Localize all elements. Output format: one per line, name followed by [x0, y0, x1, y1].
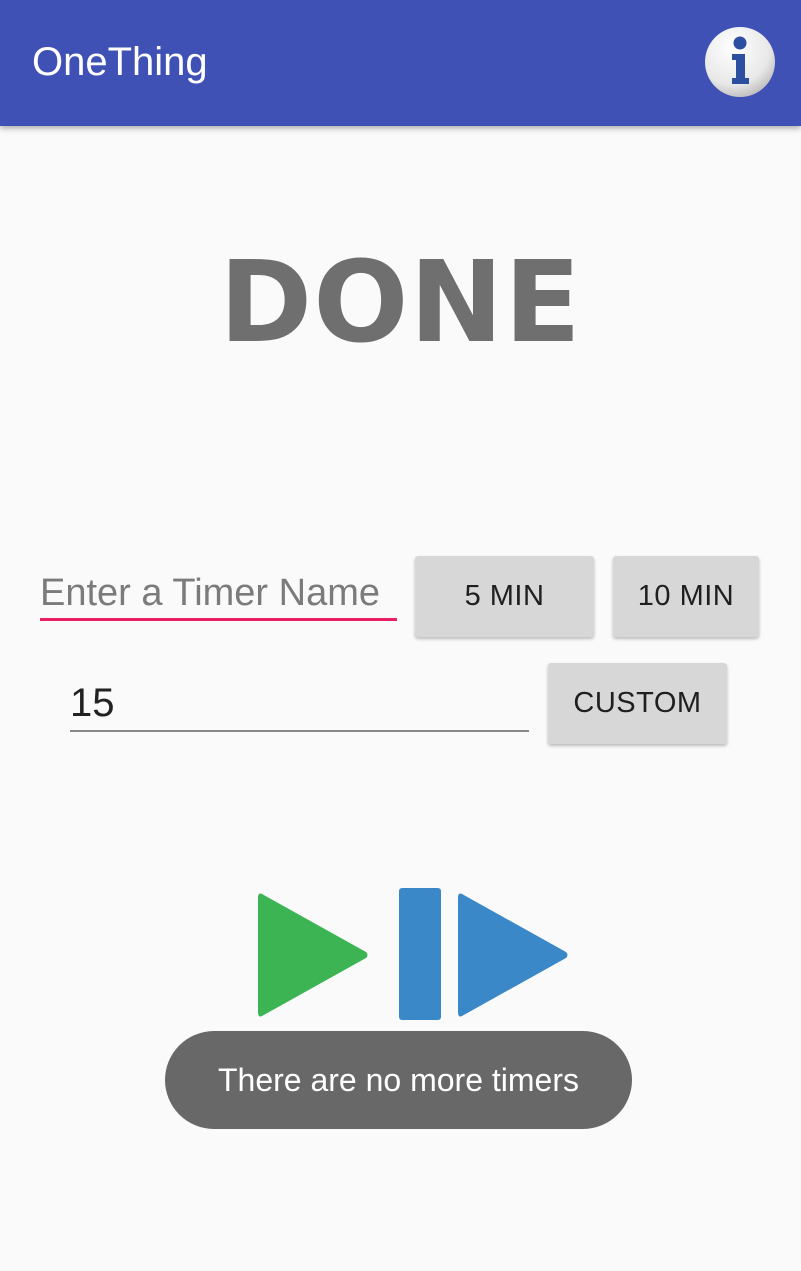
toast-text: There are no more timers: [217, 1061, 579, 1098]
app-bar: OneThing: [0, 0, 801, 126]
custom-minutes-input[interactable]: [70, 676, 529, 732]
ten-min-button[interactable]: 10 MIN: [613, 556, 759, 637]
info-icon[interactable]: [704, 26, 776, 98]
pause-icon[interactable]: [399, 888, 441, 1020]
play-icon[interactable]: [256, 890, 370, 1020]
custom-button[interactable]: CUSTOM: [548, 663, 727, 744]
timer-status: DONE: [219, 238, 582, 368]
skip-next-icon[interactable]: [456, 890, 570, 1020]
toast-message: There are no more timers: [165, 1031, 632, 1129]
app-title: OneThing: [32, 40, 208, 84]
five-min-button[interactable]: 5 MIN: [415, 556, 594, 637]
timer-name-input[interactable]: [40, 568, 397, 621]
